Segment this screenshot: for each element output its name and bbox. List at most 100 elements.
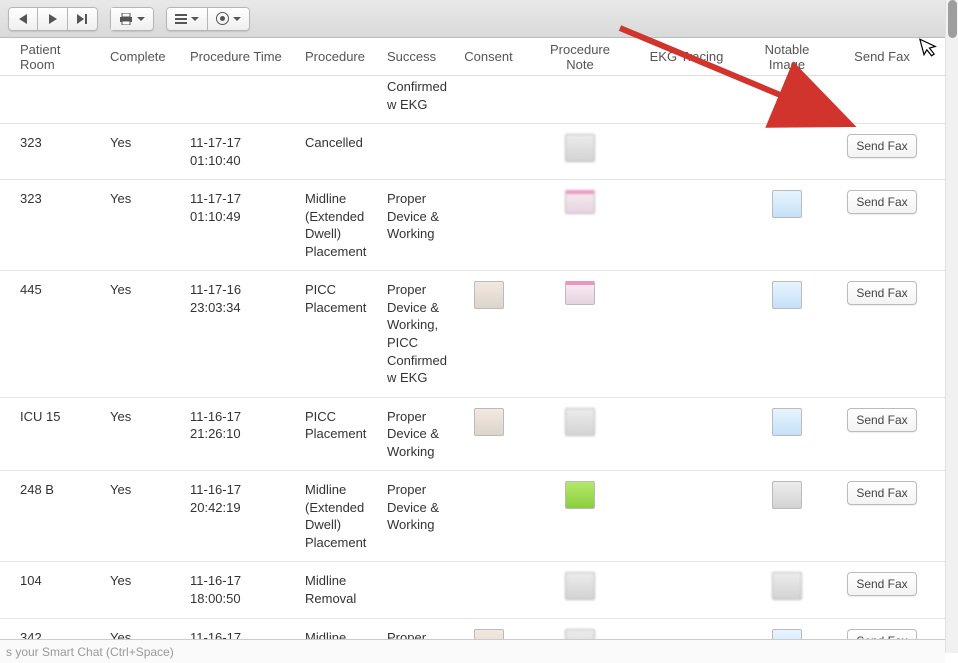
cell-consent (452, 76, 525, 80)
cell-room: 104 (0, 570, 100, 592)
table-row: 323 Yes 11-17-17 01:10:49 Midline (Exten… (0, 180, 958, 271)
cell-room (0, 76, 100, 80)
thumbnail-icon[interactable] (772, 190, 802, 218)
col-header-ekg-tracing[interactable]: EKG Tracing (635, 39, 738, 74)
cell-consent (452, 132, 525, 136)
printer-icon (119, 13, 133, 25)
cell-time: 11-16-17 20:42:19 (180, 479, 295, 518)
thumbnail-icon[interactable] (565, 481, 595, 509)
cell-procedure: Midline Removal (295, 570, 377, 609)
col-header-success[interactable]: Success (377, 39, 452, 74)
caret-down-icon (233, 17, 241, 21)
thumbnail-icon[interactable] (565, 408, 595, 436)
cell-fax: Send Fax (836, 279, 928, 307)
cell-procedure: PICC Placement (295, 406, 377, 445)
cell-procedure: Cancelled (295, 132, 377, 154)
thumbnail-icon[interactable] (565, 134, 595, 162)
cell-room: 248 B (0, 479, 100, 501)
cell-fax: Send Fax (836, 132, 928, 160)
cell-image (738, 188, 836, 220)
cell-image (738, 406, 836, 438)
thumbnail-icon[interactable] (474, 408, 504, 436)
chat-placeholder: s your Smart Chat (Ctrl+Space) (6, 645, 174, 659)
col-header-patient-room[interactable]: Patient Room (0, 32, 100, 82)
cell-time (180, 76, 295, 80)
send-fax-button[interactable]: Send Fax (847, 572, 916, 596)
thumbnail-icon[interactable] (565, 281, 595, 305)
cell-ekg (635, 188, 738, 192)
col-header-procedure-time[interactable]: Procedure Time (180, 39, 295, 74)
print-button[interactable] (110, 7, 154, 31)
col-header-send-fax[interactable]: Send Fax (836, 39, 928, 74)
table-body: Confirmed w EKG 323 Yes 11-17-17 01:10:4… (0, 76, 958, 646)
list-view-button[interactable] (166, 7, 208, 31)
col-header-notable-image[interactable]: Notable Image (738, 32, 836, 82)
cell-procedure: Midline (Extended Dwell) Placement (295, 188, 377, 262)
col-header-complete[interactable]: Complete (100, 39, 180, 74)
cell-note (525, 570, 635, 602)
cell-complete (100, 76, 180, 80)
cell-ekg (635, 479, 738, 483)
thumbnail-icon[interactable] (565, 572, 595, 600)
table-row: ICU 15 Yes 11-16-17 21:26:10 PICC Placem… (0, 398, 958, 472)
cell-complete: Yes (100, 479, 180, 501)
nav-button-group (8, 7, 98, 31)
cell-ekg (635, 627, 738, 631)
cell-complete: Yes (100, 406, 180, 428)
vertical-scrollbar[interactable] (945, 0, 958, 653)
cell-ekg (635, 570, 738, 574)
cell-procedure: PICC Placement (295, 279, 377, 318)
cell-success: Confirmed w EKG (377, 76, 452, 115)
cell-complete: Yes (100, 188, 180, 210)
send-fax-button[interactable]: Send Fax (847, 134, 916, 158)
cell-room: ICU 15 (0, 406, 100, 428)
send-fax-button[interactable]: Send Fax (847, 281, 916, 305)
thumbnail-icon[interactable] (474, 281, 504, 309)
cell-ekg (635, 132, 738, 136)
thumbnail-icon[interactable] (772, 281, 802, 309)
caret-down-icon (191, 17, 199, 21)
list-icon (175, 14, 187, 24)
table-row: Confirmed w EKG (0, 76, 958, 124)
thumbnail-icon[interactable] (565, 190, 595, 214)
cell-ekg (635, 406, 738, 410)
send-fax-button[interactable]: Send Fax (847, 190, 916, 214)
send-fax-button[interactable]: Send Fax (847, 481, 916, 505)
send-fax-button[interactable]: Send Fax (847, 408, 916, 432)
thumbnail-icon[interactable] (772, 408, 802, 436)
cell-room: 323 (0, 188, 100, 210)
scrollbar-thumb[interactable] (948, 0, 957, 38)
nav-next-button[interactable] (38, 7, 68, 31)
cell-success: Proper Device & Working (377, 479, 452, 536)
cell-complete: Yes (100, 132, 180, 154)
cell-success: Proper Device & Working (377, 188, 452, 245)
cell-consent (452, 479, 525, 483)
cell-procedure: Midline (Extended Dwell) Placement (295, 479, 377, 553)
cell-room: 445 (0, 279, 100, 301)
cell-fax: Send Fax (836, 570, 928, 598)
cell-success (377, 570, 452, 574)
table-row: 445 Yes 11-17-16 23:03:34 PICC Placement… (0, 271, 958, 397)
table-header-row: Patient Room Complete Procedure Time Pro… (0, 38, 958, 76)
gear-icon (216, 12, 229, 25)
cell-consent (452, 570, 525, 574)
cell-image (738, 279, 836, 311)
nav-last-button[interactable] (68, 7, 98, 31)
cell-time: 11-16-17 21:26:10 (180, 406, 295, 445)
cell-note (525, 76, 635, 80)
thumbnail-icon[interactable] (772, 481, 802, 509)
thumbnail-icon[interactable] (772, 572, 802, 600)
cell-fax: Send Fax (836, 188, 928, 216)
cell-image (738, 479, 836, 511)
cell-fax: Send Fax (836, 479, 928, 507)
nav-prev-button[interactable] (8, 7, 38, 31)
cell-room: 323 (0, 132, 100, 154)
col-header-procedure-note[interactable]: Procedure Note (525, 32, 635, 82)
settings-button[interactable] (208, 7, 250, 31)
cell-note (525, 132, 635, 164)
col-header-procedure[interactable]: Procedure (295, 39, 377, 74)
smart-chat-bar[interactable]: s your Smart Chat (Ctrl+Space) (0, 639, 945, 663)
cell-image (738, 570, 836, 602)
col-header-consent[interactable]: Consent (452, 39, 525, 74)
cell-consent (452, 279, 525, 311)
